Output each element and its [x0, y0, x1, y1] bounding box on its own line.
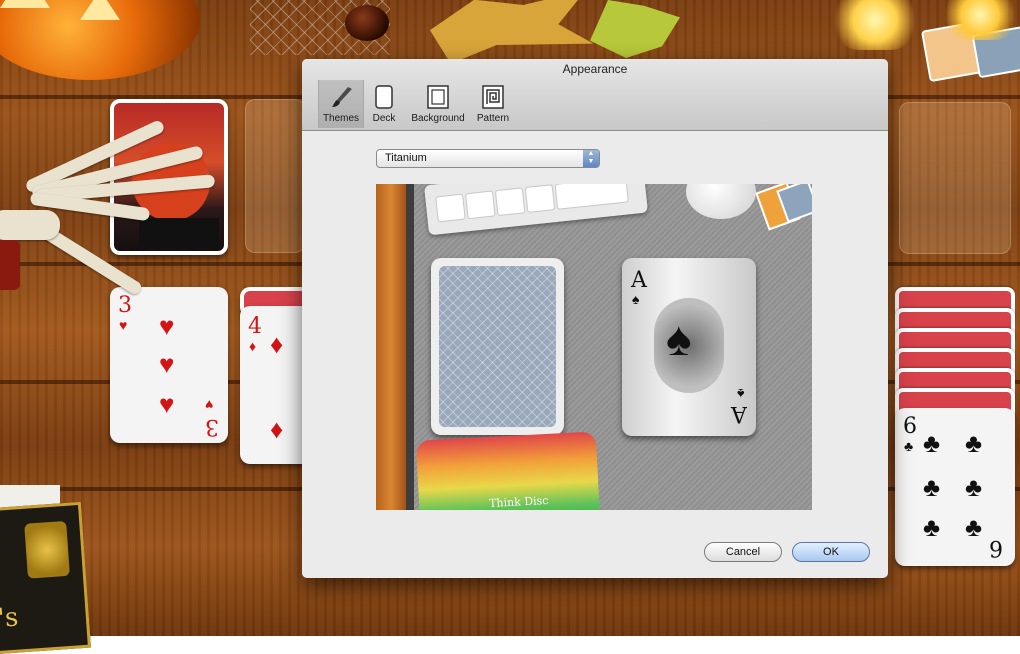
heart-icon: ♥ [205, 397, 214, 413]
rainbow-label: Think Disc [488, 493, 549, 510]
updown-arrows-icon: ▲ ▼ [583, 150, 599, 167]
club-icon: ♣ [965, 472, 983, 502]
foundation-slot[interactable] [899, 102, 1011, 254]
mouse-image [686, 184, 756, 219]
card-rank: A [731, 401, 747, 426]
club-icon: ♣ [923, 512, 941, 542]
preview-card-back [431, 258, 564, 435]
keyboard-image [423, 184, 649, 236]
club-icon: ♣ [965, 428, 983, 458]
dialog-titlebar: Appearance Themes Deck Background Patter… [302, 59, 888, 131]
card-rank: 6 [903, 414, 917, 439]
heart-icon: ♥ [159, 349, 175, 379]
tab-label: Background [411, 113, 465, 124]
diamond-icon: ♦ [249, 338, 257, 354]
club-icon: ♣ [965, 512, 983, 542]
tab-pattern[interactable]: Pattern [472, 85, 514, 124]
card-rank: A [631, 268, 647, 293]
tableau-card[interactable]: 6 ♣ ♣ ♣ ♣ ♣ ♣ ♣ 6 [895, 408, 1015, 566]
tab-label: Themes [322, 113, 360, 124]
candle-icon [940, 0, 1020, 40]
diamond-icon: ♦ [270, 414, 284, 444]
club-icon: ♣ [923, 472, 941, 502]
picture-frame-icon [427, 85, 449, 109]
club-icon: ♣ [923, 428, 941, 458]
paintbrush-icon [332, 87, 352, 107]
waste-slot[interactable] [245, 99, 305, 253]
spiral-pattern-icon [482, 85, 504, 109]
spade-ornament-icon: ♠ [654, 298, 724, 393]
tab-label: Deck [372, 113, 396, 124]
card-icon [375, 85, 393, 109]
theme-select-value: Titanium [385, 152, 427, 164]
heart-icon: ♥ [159, 311, 175, 341]
club-icon: ♣ [904, 438, 914, 454]
tab-deck[interactable]: Deck [366, 85, 402, 124]
skeleton-hand-icon [0, 100, 225, 300]
spade-icon: ♠ [666, 313, 692, 366]
candle-icon [830, 0, 920, 50]
preview-ace-of-spades: A ♠ ♠ ♠ A [622, 258, 756, 436]
card-rank: 3 [205, 414, 219, 439]
spade-icon: ♠ [736, 386, 744, 402]
tableau-card[interactable]: 3 ♥ ♥ ♥ ♥ ♥ 3 [110, 287, 228, 443]
book-title: 's [0, 602, 20, 634]
heart-icon: ♥ [119, 317, 128, 333]
diamond-icon: ♦ [270, 329, 284, 359]
card-rank: 4 [248, 314, 262, 339]
tab-background[interactable]: Background [406, 85, 470, 124]
card-rank: 6 [989, 535, 1003, 560]
dialog-title: Appearance [562, 62, 628, 76]
theme-select[interactable]: Titanium ▲ ▼ [376, 149, 600, 168]
spider-icon [345, 5, 389, 41]
appearance-dialog: Appearance Themes Deck Background Patter… [302, 59, 888, 578]
spade-icon: ♠ [632, 291, 640, 307]
ok-button[interactable]: OK [792, 542, 870, 562]
theme-preview: A ♠ ♠ ♠ A Think Disc [376, 184, 812, 510]
cancel-button[interactable]: Cancel [704, 542, 782, 562]
rainbow-disc-image: Think Disc [415, 431, 601, 510]
spell-book-icon: 's [0, 501, 91, 654]
tab-label: Pattern [476, 113, 510, 124]
heart-icon: ♥ [159, 389, 175, 419]
tab-themes[interactable]: Themes [318, 80, 364, 128]
